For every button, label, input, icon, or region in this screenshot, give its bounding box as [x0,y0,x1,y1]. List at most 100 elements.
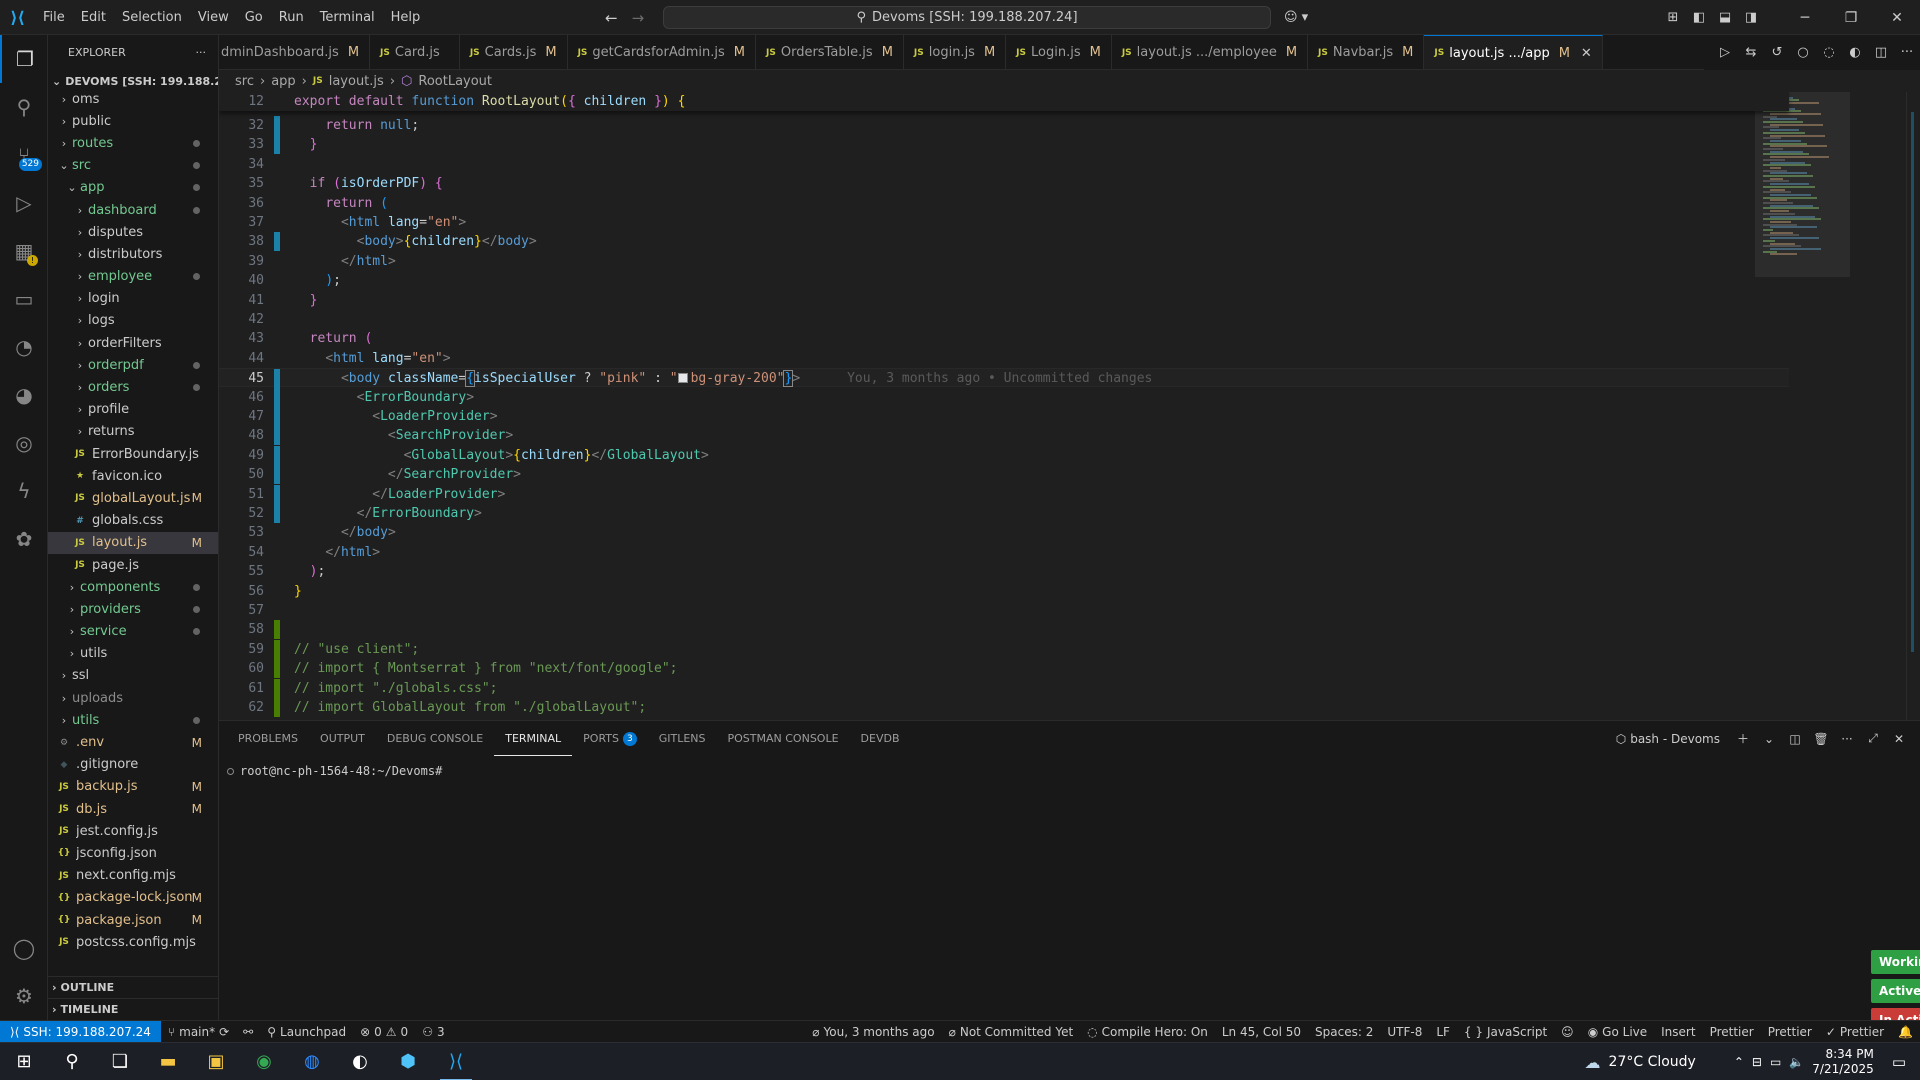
tree-item[interactable]: › orders [48,376,218,398]
editor-tab[interactable]: JS Cards.js M [460,35,568,69]
breadcrumb-symbol[interactable]: RootLayout [418,74,492,89]
code-editor[interactable]: 12 export default function RootLayout({ c… [219,92,1920,720]
git-branch[interactable]: ⑂ main* ⟳ [161,1025,236,1039]
toggle-primary-sidebar-icon[interactable]: ◧ [1686,10,1712,25]
tab-devdb[interactable]: DEVDB [850,722,911,755]
menu-help[interactable]: Help [383,0,429,35]
tree-item[interactable]: JS ErrorBoundary.js [48,443,218,465]
tree-item[interactable]: JS page.js [48,554,218,576]
copilot-icon[interactable]: ☺ ▾ [1284,0,1308,35]
toggle-panel-icon[interactable]: ⬓ [1712,10,1738,25]
menu-view[interactable]: View [190,0,237,35]
task-view-icon[interactable]: ❏ [96,1043,144,1080]
minimap-slider[interactable] [1755,92,1850,277]
tree-item[interactable]: ⌄ src [48,155,218,177]
menu-file[interactable]: File [35,0,73,35]
prettier-status-2[interactable]: Prettier [1761,1025,1819,1039]
tree-item[interactable]: › distributors [48,243,218,265]
thunder-client-icon[interactable]: ϟ [0,467,48,515]
minimize-icon[interactable]: ─ [1782,10,1828,26]
tab-output[interactable]: OUTPUT [309,722,376,755]
notifications-bell-icon[interactable]: 🔔 [1891,1025,1920,1039]
tree-item[interactable]: › logs [48,310,218,332]
tree-item[interactable]: › public [48,110,218,132]
more-icon[interactable]: ··· [1894,45,1920,60]
indentation[interactable]: Spaces: 2 [1308,1025,1380,1039]
back-arrow-icon[interactable]: ← [605,9,618,27]
tab-debug-console[interactable]: DEBUG CONSOLE [376,722,494,755]
sticky-scroll-line[interactable]: 12 export default function RootLayout({ c… [219,92,1789,111]
tree-item[interactable]: › dashboard [48,199,218,221]
editor-tab[interactable]: dminDashboard.js M [219,35,371,69]
gitlens-inspect-icon[interactable]: ◐ [1842,45,1868,60]
tree-item[interactable]: › ssl [48,665,218,687]
terminal-name[interactable]: bash - Devoms [1630,732,1720,746]
tree-item[interactable]: › returns [48,421,218,443]
tree-item[interactable]: ◆ .gitignore [48,754,218,776]
tree-item[interactable]: › providers [48,598,218,620]
compile-hero[interactable]: ◌ Compile Hero: On [1080,1025,1215,1039]
remote-indicator[interactable]: ⟩⟨ SSH: 199.188.207.24 [0,1020,161,1043]
notification-center-icon[interactable]: ▭ [1892,1053,1906,1071]
outline-section[interactable]: › OUTLINE [48,976,218,998]
split-editor-icon[interactable]: ◫ [1868,45,1894,60]
tree-item[interactable]: JS db.js M [48,798,218,820]
chevron-down-icon[interactable]: ⌄ [1758,732,1780,746]
go-live[interactable]: ◉ Go Live [1581,1025,1654,1039]
editor-tab[interactable]: JS layout.js .../app M ✕ [1424,35,1603,69]
app-icon[interactable]: ⬢ [384,1043,432,1080]
editor-tab[interactable]: JS Card.js [370,35,460,69]
tree-item[interactable]: JS next.config.mjs [48,865,218,887]
clock[interactable]: 8:34 PM 7/21/2025 [1812,1047,1874,1077]
tree-item[interactable]: JS postcss.config.mjs [48,931,218,953]
gitlens-status-icon[interactable]: ⚯ [236,1025,260,1039]
tree-item[interactable]: # globals.css [48,510,218,532]
notification-toast[interactable]: Active [1871,979,1920,1003]
tree-item[interactable]: JS globalLayout.js M [48,487,218,509]
tree-item[interactable]: › disputes [48,221,218,243]
extensions-icon[interactable]: ▦! [0,227,48,275]
menu-edit[interactable]: Edit [73,0,114,35]
notification-toast[interactable]: Working [1871,950,1920,974]
encoding[interactable]: UTF-8 [1380,1025,1429,1039]
tree-item[interactable]: ★ favicon.ico [48,465,218,487]
breadcrumb-app[interactable]: app [271,74,295,89]
forward-arrow-icon[interactable]: → [632,9,645,27]
tab-gitlens[interactable]: GITLENS [648,722,717,755]
end-of-line[interactable]: LF [1429,1025,1457,1039]
toggle-secondary-sidebar-icon[interactable]: ◨ [1738,10,1764,25]
tree-item[interactable]: › orderpdf [48,354,218,376]
run-icon[interactable]: ▷ [1712,45,1738,60]
editor-tab[interactable]: JS login.js M [904,35,1007,69]
tab-ports[interactable]: PORTS 3 [572,722,648,755]
sync-icon[interactable]: ⟳ [219,1025,229,1039]
editor-scrollbar[interactable] [1906,92,1920,720]
customize-layout-icon[interactable]: ⊞ [1660,10,1686,25]
tree-item[interactable]: {} package.json M [48,909,218,931]
next-change-icon[interactable]: ◌ [1816,45,1842,60]
remote-explorer-icon[interactable]: ▭ [0,275,48,323]
tree-item[interactable]: ⌄ app [48,177,218,199]
zoom-icon[interactable]: ◍ [288,1043,336,1080]
editor-tab[interactable]: JS Login.js M [1006,35,1112,69]
copilot-status-icon[interactable]: ☺ [1554,1025,1581,1039]
tree-item[interactable]: {} package-lock.json M [48,887,218,909]
language-mode[interactable]: { } JavaScript [1457,1025,1554,1039]
store-icon[interactable]: ▣ [192,1043,240,1080]
tree-item[interactable]: JS jest.config.js [48,820,218,842]
tree-item[interactable]: › employee [48,266,218,288]
restore-icon[interactable]: ❐ [1828,10,1874,26]
editor-tab[interactable]: JS Navbar.js M [1308,35,1425,69]
editor-tab[interactable]: JS OrdersTable.js M [756,35,904,69]
weather-label[interactable]: 27°C Cloudy [1609,1054,1696,1070]
volume-icon[interactable]: 🔈 [1789,1055,1804,1069]
file-explorer-icon[interactable]: ▬ [144,1043,192,1080]
revert-icon[interactable]: ↺ [1764,45,1790,60]
source-control-icon[interactable]: ⑂ 529 [0,131,48,179]
terminal[interactable]: root@nc-ph-1564-48:~/Devoms# [219,756,1920,778]
close-panel-icon[interactable]: ✕ [1888,732,1910,746]
ports-status[interactable]: ⚇ 3 [415,1025,451,1039]
breadcrumb-src[interactable]: src [235,74,254,89]
python-icon[interactable]: ✿ [0,515,48,563]
compare-icon[interactable]: ⇆ [1738,45,1764,60]
